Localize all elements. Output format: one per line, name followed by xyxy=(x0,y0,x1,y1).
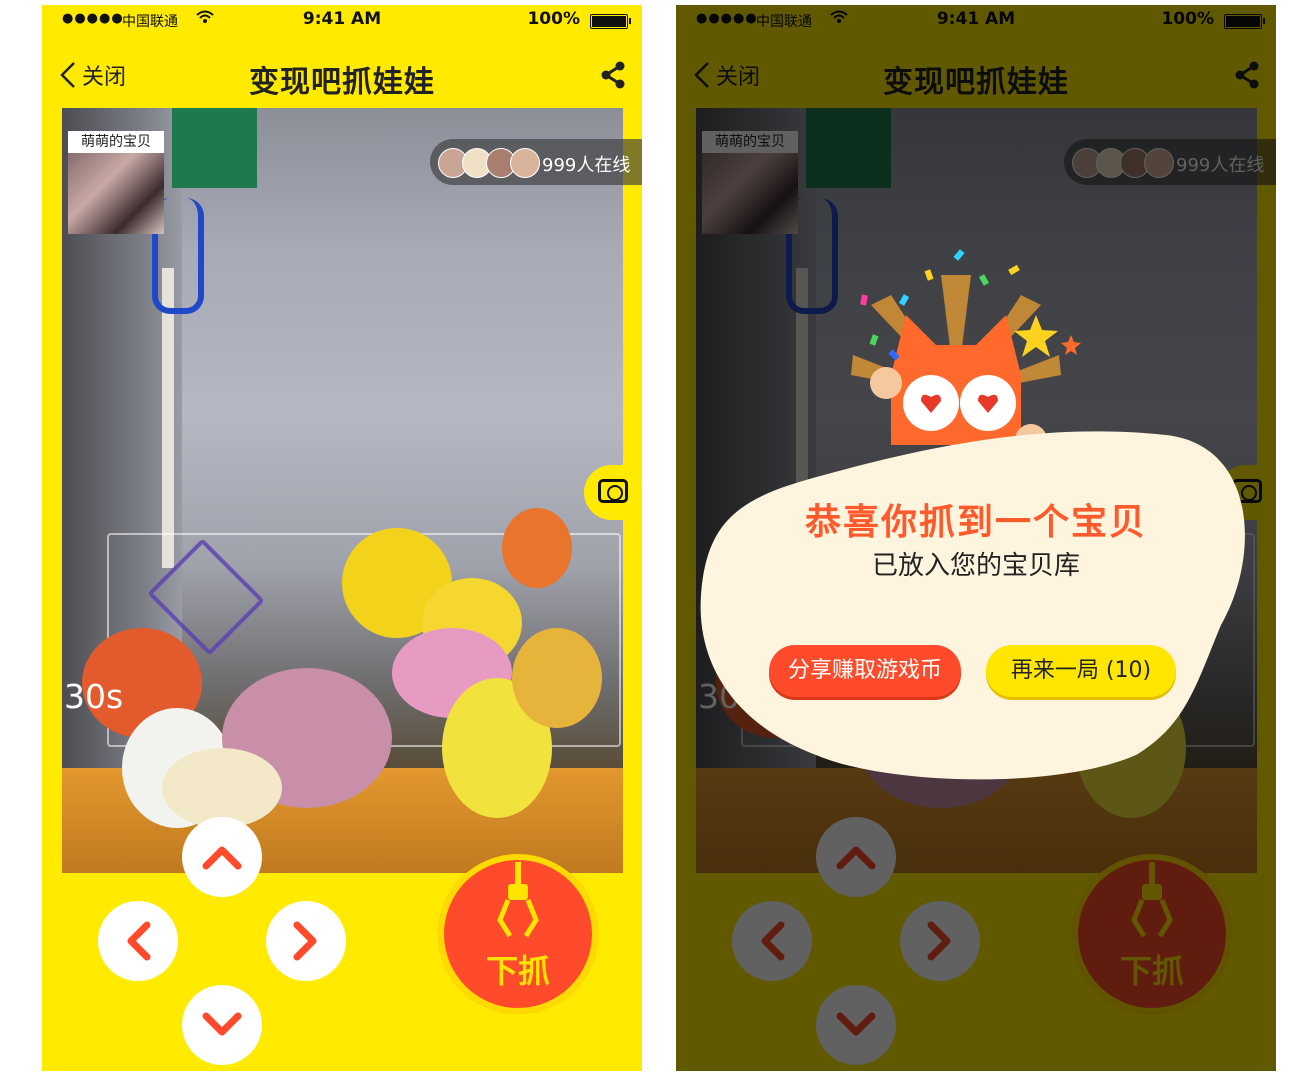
online-viewers[interactable]: 999人在线 xyxy=(430,139,642,185)
right-arrow-icon xyxy=(293,921,317,961)
claw-motor xyxy=(172,108,257,188)
claw-game-screen: ●●●●● 中国联通 9:41 AM 100% 关闭 变现吧抓娃娃 萌萌的宝贝 … xyxy=(42,5,642,1071)
countdown-timer: 30s xyxy=(64,677,124,716)
camera-icon xyxy=(598,479,628,503)
popup-subtitle: 已放入您的宝贝库 xyxy=(871,551,1080,581)
grab-button[interactable]: 下抓 xyxy=(438,854,598,1014)
share-icon[interactable] xyxy=(600,61,626,93)
move-left-button[interactable] xyxy=(98,901,178,981)
plush-toy xyxy=(512,628,602,728)
plush-toy xyxy=(502,508,572,588)
nav-bar: 关闭 变现吧抓娃娃 xyxy=(42,45,642,105)
player-name: 萌萌的宝贝 xyxy=(68,131,164,153)
up-arrow-icon xyxy=(202,846,242,870)
grab-label: 下抓 xyxy=(485,952,550,990)
claw-game-success-screen: ●●●●● 中国联通 9:41 AM 100% 关闭 变现吧抓娃娃 萌萌的宝贝 xyxy=(676,5,1276,1071)
camera-switch-button[interactable] xyxy=(584,465,642,520)
plush-toy xyxy=(162,748,282,828)
left-arrow-icon xyxy=(127,921,151,961)
move-right-button[interactable] xyxy=(266,901,346,981)
success-popup xyxy=(700,431,1245,780)
share-earn-coins-button[interactable]: 分享赚取游戏币 xyxy=(769,645,961,697)
down-arrow-icon xyxy=(202,1012,242,1036)
viewer-avatar xyxy=(510,148,540,178)
claw-icon xyxy=(497,862,539,938)
battery-percent: 100% xyxy=(527,9,580,29)
move-down-button[interactable] xyxy=(182,985,262,1065)
battery-icon xyxy=(590,14,631,29)
move-up-button[interactable] xyxy=(182,817,262,897)
play-again-button[interactable]: 再来一局 (10) xyxy=(986,645,1176,697)
popup-title: 恭喜你抓到一个宝贝 xyxy=(804,502,1147,543)
status-bar: ●●●●● 中国联通 9:41 AM 100% xyxy=(42,5,642,35)
online-count: 999人在线 xyxy=(542,155,631,176)
page-title: 变现吧抓娃娃 xyxy=(249,65,435,100)
